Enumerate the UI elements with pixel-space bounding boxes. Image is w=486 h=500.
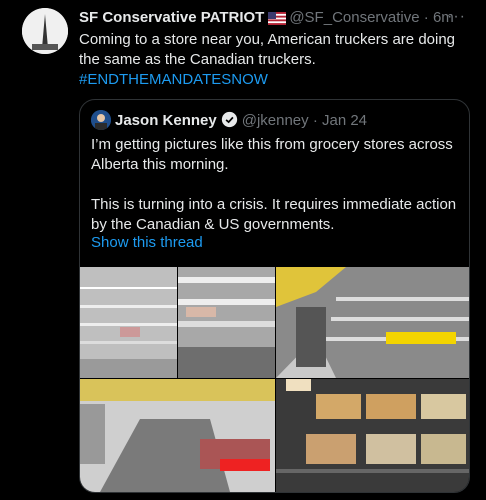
author-handle[interactable]: @SF_Conservative bbox=[289, 9, 419, 26]
tweet-body: Coming to a store near you, American tru… bbox=[79, 31, 456, 68]
tweet-text: Coming to a store near you, American tru… bbox=[79, 30, 474, 90]
quote-header: Jason Kenney @jkenney · Jan 24 bbox=[91, 110, 367, 132]
author-name[interactable]: SF Conservative PATRIOT bbox=[79, 9, 264, 26]
photo-grid bbox=[80, 267, 469, 492]
quoted-tweet[interactable]: Jason Kenney @jkenney · Jan 24 I’m gettin… bbox=[79, 99, 470, 493]
show-thread-link[interactable]: Show this thread bbox=[91, 234, 203, 251]
photo-empty-shelves-1[interactable] bbox=[80, 267, 177, 378]
more-options-icon[interactable]: ··· bbox=[447, 8, 466, 26]
us-flag-icon bbox=[268, 11, 287, 31]
quote-paragraph-2: This is turning into a crisis. It requir… bbox=[91, 196, 457, 233]
quote-time[interactable]: · Jan 24 bbox=[313, 112, 367, 129]
quote-author-handle[interactable]: @jkenney bbox=[242, 112, 309, 129]
photo-empty-boxes[interactable] bbox=[276, 379, 469, 492]
quote-text: I’m getting pictures like this from groc… bbox=[91, 135, 461, 235]
quote-paragraph-1: I’m getting pictures like this from groc… bbox=[91, 136, 453, 173]
photo-empty-aisle[interactable] bbox=[276, 267, 469, 378]
quote-author-name[interactable]: Jason Kenney bbox=[115, 112, 217, 129]
photo-empty-produce[interactable] bbox=[80, 379, 275, 492]
hashtag-link[interactable]: #ENDTHEMANDATESNOW bbox=[79, 70, 474, 90]
photo-empty-shelves-2[interactable] bbox=[178, 267, 275, 378]
tweet-header: SF Conservative PATRIOT @SF_Conservative … bbox=[79, 8, 474, 28]
verified-badge-icon bbox=[221, 111, 238, 135]
author-avatar[interactable] bbox=[22, 8, 68, 54]
quote-avatar[interactable] bbox=[91, 110, 111, 130]
